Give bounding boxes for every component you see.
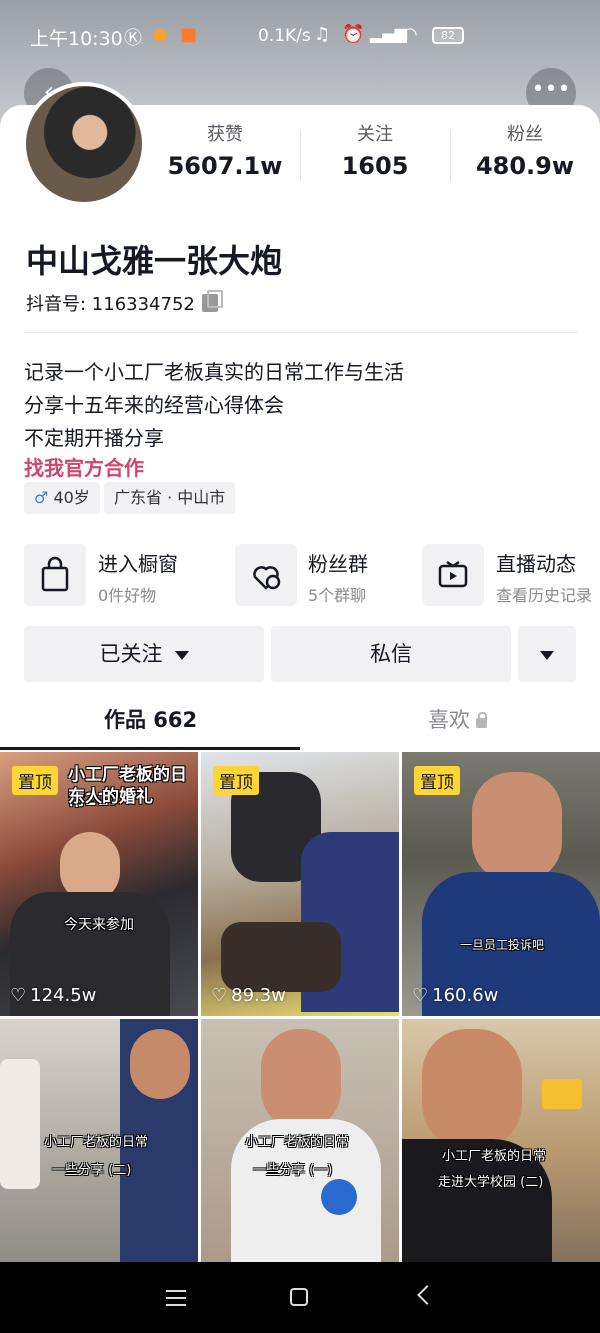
menu-icon[interactable] <box>166 1290 186 1306</box>
live-tv-icon[interactable] <box>422 544 484 606</box>
video-likes: ♡ 89.3w <box>211 985 286 1006</box>
app-notify-icon: ● <box>152 24 168 45</box>
alarm-icon: ⏰ <box>342 24 365 45</box>
pinned-badge: 置顶 <box>12 766 58 795</box>
bio-line: 分享十五年来的经营心得体会 <box>24 393 284 417</box>
stat-followers[interactable]: 粉丝 480.9w <box>450 120 600 180</box>
lock-icon <box>476 712 487 728</box>
taobao-notify-icon: ■ <box>180 24 198 45</box>
video-caption: 一旦员工投诉吧 <box>460 938 545 952</box>
stat-value: 1605 <box>341 152 409 180</box>
person-face <box>261 1029 341 1129</box>
video-caption: 今天来参加 <box>64 917 134 933</box>
message-button[interactable]: 私信 <box>271 626 511 682</box>
likes-count: 124.5w <box>30 985 97 1006</box>
video-likes: ♡ 160.6w <box>412 985 498 1006</box>
live-history-subtitle: 查看历史记录 <box>496 586 593 605</box>
headphone-icon: ♫ <box>314 24 331 45</box>
stat-label: 粉丝 <box>507 124 543 145</box>
douyin-id: 抖音号: 116334752 <box>26 294 195 315</box>
heart-icon: ♡ <box>10 985 27 1006</box>
stat-likes[interactable]: 获赞 5607.1w <box>150 120 300 180</box>
video-title: 东人的婚礼 <box>68 787 153 807</box>
video-tile[interactable]: 小工厂老板的日常 走进大学校园 (二) <box>402 1019 600 1283</box>
profile-name: 中山戈雅一张大炮 <box>26 242 283 280</box>
jacket-logo <box>321 1179 357 1215</box>
more-actions-button[interactable] <box>518 626 576 682</box>
stat-value: 480.9w <box>475 152 575 180</box>
chair <box>221 922 341 992</box>
video-caption: 小工厂老板的日常 <box>442 1149 547 1164</box>
likes-count: 160.6w <box>432 985 499 1006</box>
video-tile[interactable]: 小工厂老板的日常217 东人的婚礼 置顶 今天来参加 ♡ 124.5w <box>0 752 198 1016</box>
video-likes: ♡ 124.5w <box>10 985 96 1006</box>
back-nav-icon[interactable] <box>417 1285 437 1305</box>
shopping-bag-icon[interactable] <box>24 544 86 606</box>
tab-likes[interactable]: 喜欢 <box>428 704 487 734</box>
person-face <box>472 772 562 882</box>
person-face <box>422 1029 522 1149</box>
pinned-badge: 置顶 <box>414 766 460 795</box>
stat-label: 获赞 <box>207 124 243 145</box>
video-caption: 一些分享 (二) <box>52 1163 132 1178</box>
video-tile[interactable]: 置顶 ♡ 89.3w <box>201 752 399 1016</box>
bio-line: 不定期开播分享 <box>24 426 164 450</box>
age-label: 40岁 <box>53 488 90 507</box>
bio-line: 记录一个小工厂老板真实的日常工作与生活 <box>24 360 404 384</box>
likes-count: 89.3w <box>231 985 286 1006</box>
network-speed: 0.1K/s <box>258 26 311 46</box>
video-caption: 一些分享 (一) <box>253 1163 333 1178</box>
tab-likes-label: 喜欢 <box>428 708 470 732</box>
showcase-title[interactable]: 进入橱窗 <box>98 548 178 577</box>
fan-group-subtitle: 5个群聊 <box>308 586 367 605</box>
divider <box>24 332 578 333</box>
k-app-icon: Ⓚ <box>124 28 142 49</box>
stat-value: 5607.1w <box>167 152 283 180</box>
system-nav-bar <box>0 1262 600 1333</box>
video-tile[interactable]: 置顶 一旦员工投诉吧 ♡ 160.6w <box>402 752 600 1016</box>
age-tag: ♂ 40岁 <box>24 482 100 514</box>
location-tag: 广东省 · 中山市 <box>104 482 236 514</box>
battery-icon: 82 <box>432 27 464 44</box>
heart-icon: ♡ <box>211 985 228 1006</box>
followed-label: 已关注 <box>99 642 163 666</box>
status-bar: 上午10:30 Ⓚ ● ■ 0.1K/s ♫ ⏰ ▂▄▆ ◠ 82 <box>0 0 600 70</box>
video-caption: 小工厂老板的日常 <box>44 1135 149 1150</box>
status-time: 上午10:30 <box>30 28 123 50</box>
tab-works[interactable]: 作品 662 <box>104 704 197 734</box>
stat-label: 关注 <box>357 124 393 145</box>
male-icon: ♂ <box>34 488 49 507</box>
official-cooperation-link[interactable]: 找我官方合作 <box>24 452 144 481</box>
stat-following[interactable]: 关注 1605 <box>300 120 450 180</box>
wifi-icon: ◠ <box>402 24 418 45</box>
copy-icon[interactable] <box>202 290 223 312</box>
fan-group-icon[interactable] <box>235 544 297 606</box>
heart-icon: ♡ <box>412 985 429 1006</box>
person-face <box>130 1029 190 1099</box>
home-icon[interactable] <box>290 1288 308 1306</box>
video-caption: 小工厂老板的日常 <box>245 1135 350 1150</box>
pinned-badge: 置顶 <box>213 766 259 795</box>
followed-button[interactable]: 已关注 <box>24 626 264 682</box>
showcase-subtitle: 0件好物 <box>98 586 157 605</box>
video-tile[interactable]: 小工厂老板的日常 一些分享 (二) <box>0 1019 198 1283</box>
avatar[interactable] <box>22 82 146 206</box>
video-caption: 走进大学校园 (二) <box>438 1175 544 1190</box>
video-tile[interactable]: 小工厂老板的日常 一些分享 (一) <box>201 1019 399 1283</box>
car <box>0 1059 40 1189</box>
chevron-down-icon <box>174 650 189 660</box>
chevron-down-icon <box>540 650 554 660</box>
tab-underline <box>0 747 300 750</box>
fan-group-title[interactable]: 粉丝群 <box>308 548 368 577</box>
shop-sign <box>542 1079 582 1109</box>
message-label: 私信 <box>370 642 412 666</box>
live-history-title[interactable]: 直播动态 <box>496 548 576 577</box>
